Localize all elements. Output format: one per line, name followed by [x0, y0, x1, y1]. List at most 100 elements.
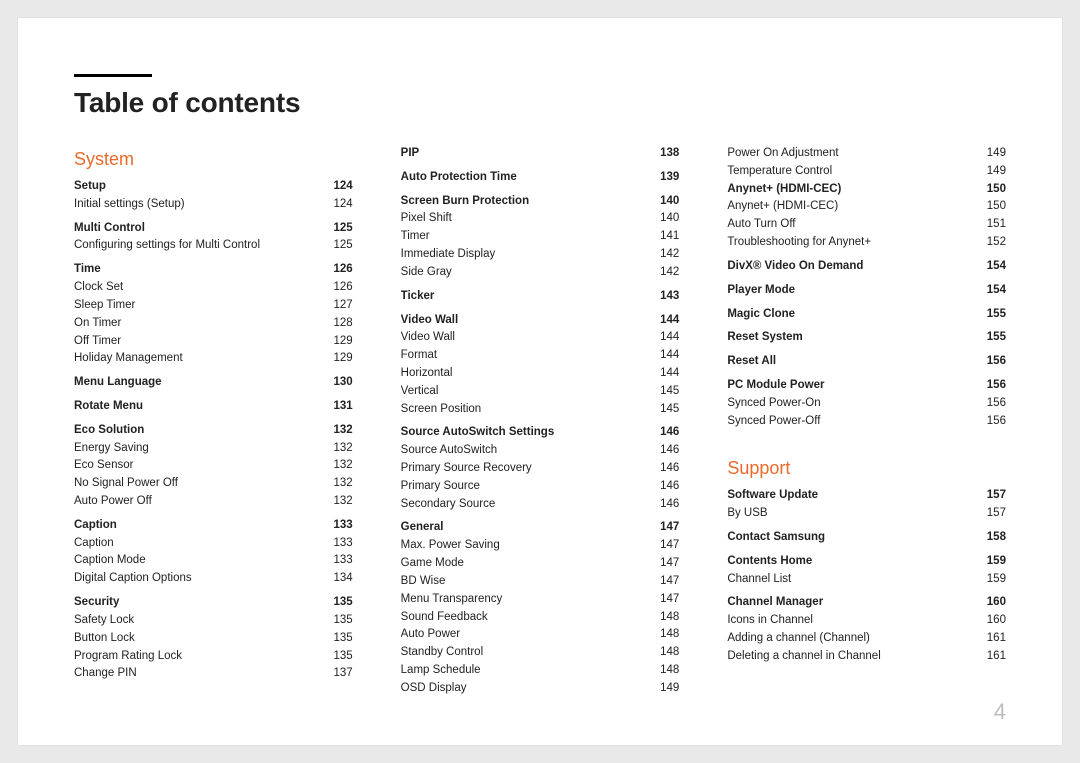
toc-row: Pixel Shift140 — [401, 210, 680, 228]
toc-page: 148 — [645, 609, 679, 627]
toc-label: Digital Caption Options — [74, 570, 198, 588]
toc-page: 150 — [972, 198, 1006, 216]
toc-row: Deleting a channel in Channel161 — [727, 648, 1006, 666]
toc-page: 149 — [645, 680, 679, 698]
toc-page: 159 — [972, 553, 1006, 571]
toc-page: 142 — [645, 246, 679, 264]
toc-label: Temperature Control — [727, 163, 838, 181]
toc-label: Button Lock — [74, 630, 141, 648]
toc-label: Horizontal — [401, 365, 459, 383]
toc-row: Ticker143 — [401, 288, 680, 306]
toc-label: Screen Burn Protection — [401, 193, 535, 211]
toc-page: 151 — [972, 216, 1006, 234]
toc-label: Anynet+ (HDMI-CEC) — [727, 198, 844, 216]
toc-page: 125 — [319, 220, 353, 238]
toc-label: Troubleshooting for Anynet+ — [727, 234, 877, 252]
toc-label: Rotate Menu — [74, 398, 149, 416]
toc-label: Caption — [74, 517, 123, 535]
toc-row: Caption Mode133 — [74, 552, 353, 570]
toc-page: 161 — [972, 630, 1006, 648]
toc-label: PIP — [401, 145, 426, 163]
toc-row: Temperature Control149 — [727, 163, 1006, 181]
toc-label: General — [401, 519, 450, 537]
toc-label: Player Mode — [727, 282, 801, 300]
toc-row: No Signal Power Off132 — [74, 475, 353, 493]
toc-label: Primary Source Recovery — [401, 460, 538, 478]
toc-page: 132 — [319, 440, 353, 458]
toc-label: DivX® Video On Demand — [727, 258, 869, 276]
toc-page: 146 — [645, 460, 679, 478]
toc-label: By USB — [727, 505, 773, 523]
toc-label: Sleep Timer — [74, 297, 141, 315]
toc-label: Format — [401, 347, 443, 365]
document-page: Table of contents SystemSetup124Initial … — [18, 18, 1062, 745]
toc-label: Anynet+ (HDMI-CEC) — [727, 181, 847, 199]
toc-label: Standby Control — [401, 644, 489, 662]
toc-label: Reset System — [727, 329, 808, 347]
toc-row: Eco Sensor 132 — [74, 457, 353, 475]
section-heading: System — [74, 149, 353, 170]
toc-row: Synced Power-On156 — [727, 395, 1006, 413]
toc-row: Primary Source146 — [401, 478, 680, 496]
toc-label: Video Wall — [401, 329, 461, 347]
toc-row: Troubleshooting for Anynet+ 152 — [727, 234, 1006, 252]
toc-label: Safety Lock — [74, 612, 140, 630]
toc-row: Primary Source Recovery 146 — [401, 460, 680, 478]
toc-label: Off Timer — [74, 333, 127, 351]
toc-page: 157 — [972, 505, 1006, 523]
toc-label: Menu Transparency — [401, 591, 509, 609]
toc-row: Max. Power Saving147 — [401, 537, 680, 555]
toc-label: Auto Power — [401, 626, 466, 644]
toc-label: Caption — [74, 535, 120, 553]
toc-row: Security 135 — [74, 594, 353, 612]
toc-row: PIP138 — [401, 145, 680, 163]
toc-label: Eco Sensor — [74, 457, 139, 475]
toc-label: Auto Turn Off — [727, 216, 801, 234]
toc-label: Vertical — [401, 383, 445, 401]
toc-page: 124 — [319, 178, 353, 196]
toc-page: 152 — [972, 234, 1006, 252]
toc-label: Contents Home — [727, 553, 818, 571]
toc-page: 154 — [972, 282, 1006, 300]
toc-label: Security — [74, 594, 125, 612]
toc-label: Reset All — [727, 353, 782, 371]
toc-row: Game Mode147 — [401, 555, 680, 573]
toc-page: 134 — [319, 570, 353, 588]
toc-row: Energy Saving132 — [74, 440, 353, 458]
toc-row: Anynet+ (HDMI-CEC) 150 — [727, 198, 1006, 216]
toc-page: 148 — [645, 626, 679, 644]
toc-label: Holiday Management — [74, 350, 189, 368]
toc-page: 129 — [319, 350, 353, 368]
toc-row: Holiday Management 129 — [74, 350, 353, 368]
toc-label: Game Mode — [401, 555, 470, 573]
toc-row: BD Wise147 — [401, 573, 680, 591]
toc-row: Magic Clone155 — [727, 306, 1006, 324]
toc-label: Synced Power-Off — [727, 413, 826, 431]
toc-label: Pixel Shift — [401, 210, 458, 228]
toc-page: 156 — [972, 413, 1006, 431]
toc-row: PC Module Power156 — [727, 377, 1006, 395]
toc-label: Max. Power Saving — [401, 537, 506, 555]
toc-label: Eco Solution — [74, 422, 150, 440]
toc-row: OSD Display149 — [401, 680, 680, 698]
toc-row: Screen Position145 — [401, 401, 680, 419]
toc-page: 149 — [972, 145, 1006, 163]
toc-label: Initial settings (Setup) — [74, 196, 191, 214]
toc-page: 135 — [319, 594, 353, 612]
toc-page: 146 — [645, 424, 679, 442]
toc-label: Setup — [74, 178, 112, 196]
toc-row: Reset System 155 — [727, 329, 1006, 347]
toc-page: 159 — [972, 571, 1006, 589]
toc-page: 146 — [645, 478, 679, 496]
toc-row: Rotate Menu 131 — [74, 398, 353, 416]
toc-page: 161 — [972, 648, 1006, 666]
toc-page: 160 — [972, 612, 1006, 630]
toc-page: 131 — [319, 398, 353, 416]
toc-page: 155 — [972, 329, 1006, 347]
toc-row: Channel Manager160 — [727, 594, 1006, 612]
toc-page: 132 — [319, 457, 353, 475]
toc-page: 143 — [645, 288, 679, 306]
toc-label: Clock Set — [74, 279, 129, 297]
toc-label: Secondary Source — [401, 496, 502, 514]
toc-page: 133 — [319, 517, 353, 535]
